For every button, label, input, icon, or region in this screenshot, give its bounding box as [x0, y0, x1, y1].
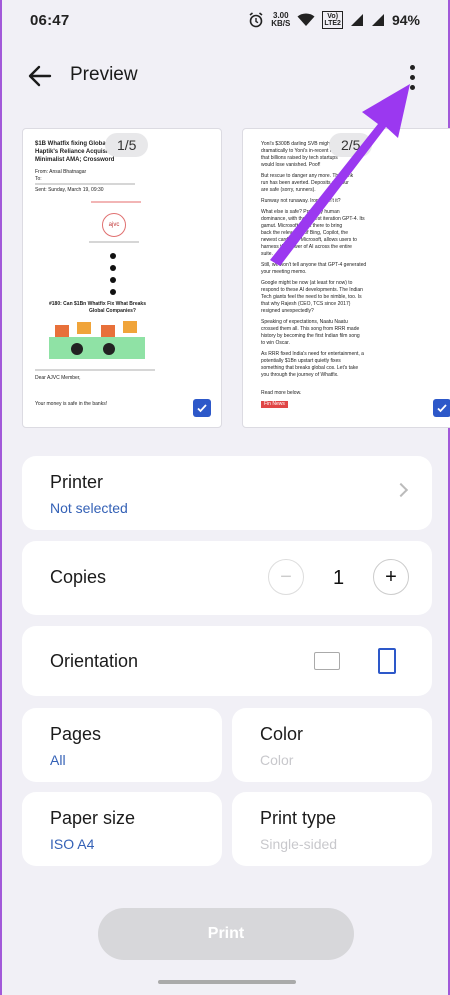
- page-title: Preview: [70, 64, 138, 85]
- portrait-orientation-icon[interactable]: [378, 648, 396, 674]
- status-time: 06:47: [30, 11, 70, 29]
- status-icons: 3.00 KB/S Vo) LTE2 94%: [248, 11, 420, 29]
- newsletter-logo: ajvc: [102, 213, 126, 237]
- check-icon: [197, 404, 207, 413]
- pages-value: All: [50, 752, 66, 768]
- signal-icon: [350, 14, 363, 26]
- print-type-selector[interactable]: Print type Single-sided: [232, 792, 432, 866]
- decrease-copies-button[interactable]: −: [268, 559, 304, 595]
- arrow-left-icon: [28, 65, 52, 87]
- battery-level: 94%: [391, 12, 420, 28]
- volte-badge: Vo) LTE2: [322, 11, 343, 29]
- page-preview-2[interactable]: Yoni's $300B darling SVB might be dramat…: [242, 128, 450, 428]
- orientation-row: Orientation: [22, 626, 432, 696]
- copies-row: Copies − 1 +: [22, 541, 432, 615]
- print-type-label: Print type: [260, 808, 337, 828]
- wifi-icon: [297, 13, 315, 26]
- social-icon: [110, 277, 116, 283]
- printer-selector[interactable]: Printer Not selected: [22, 456, 432, 530]
- page-content: $1B Whatfix fixing Global Gr Haptik's Re…: [31, 139, 217, 384]
- copies-label: Copies: [50, 567, 107, 587]
- page-number-badge: 2/5: [329, 133, 373, 157]
- status-bar: 06:47 3.00 KB/S Vo) LTE2 94%: [2, 0, 448, 40]
- page-previews: $1B Whatfix fixing Global Gr Haptik's Re…: [22, 128, 450, 428]
- color-selector[interactable]: Color Color: [232, 708, 432, 782]
- pages-selector[interactable]: Pages All: [22, 708, 222, 782]
- orientation-label: Orientation: [50, 651, 139, 671]
- page-select-checkbox[interactable]: [433, 399, 450, 417]
- copies-value: 1: [333, 567, 345, 589]
- paper-size-selector[interactable]: Paper size ISO A4: [22, 792, 222, 866]
- pages-label: Pages: [50, 724, 102, 744]
- color-label: Color: [260, 724, 304, 744]
- social-icon: [110, 265, 116, 271]
- chevron-right-icon: [393, 482, 409, 498]
- page-preview-1[interactable]: $1B Whatfix fixing Global Gr Haptik's Re…: [22, 128, 222, 428]
- page-number-badge: 1/5: [105, 133, 149, 157]
- network-speed: 3.00 KB/S: [271, 11, 291, 28]
- more-options-button[interactable]: [402, 62, 422, 92]
- printer-label: Printer: [50, 472, 104, 492]
- more-vert-icon: [409, 64, 415, 70]
- printer-value: Not selected: [50, 500, 128, 516]
- social-icon: [110, 253, 116, 259]
- print-type-value: Single-sided: [260, 836, 338, 852]
- print-button[interactable]: Print: [98, 908, 354, 960]
- social-icon: [110, 289, 116, 295]
- bottom-bar: Print: [2, 892, 448, 995]
- signal-icon-2: [371, 14, 384, 26]
- fin-news-tag: Fin News: [261, 401, 288, 408]
- landscape-orientation-icon[interactable]: [314, 652, 340, 670]
- increase-copies-button[interactable]: +: [373, 559, 409, 595]
- back-button[interactable]: [26, 62, 54, 90]
- paper-size-label: Paper size: [50, 808, 136, 828]
- check-icon: [437, 404, 447, 413]
- home-indicator[interactable]: [158, 980, 296, 984]
- newsletter-illustration: [47, 319, 147, 361]
- alarm-icon: [249, 12, 263, 28]
- page-content: Yoni's $300B darling SVB might be dramat…: [257, 139, 377, 384]
- color-value: Color: [260, 752, 294, 768]
- paper-size-value: ISO A4: [50, 836, 95, 852]
- app-bar: Preview: [2, 52, 448, 100]
- page-select-checkbox[interactable]: [193, 399, 211, 417]
